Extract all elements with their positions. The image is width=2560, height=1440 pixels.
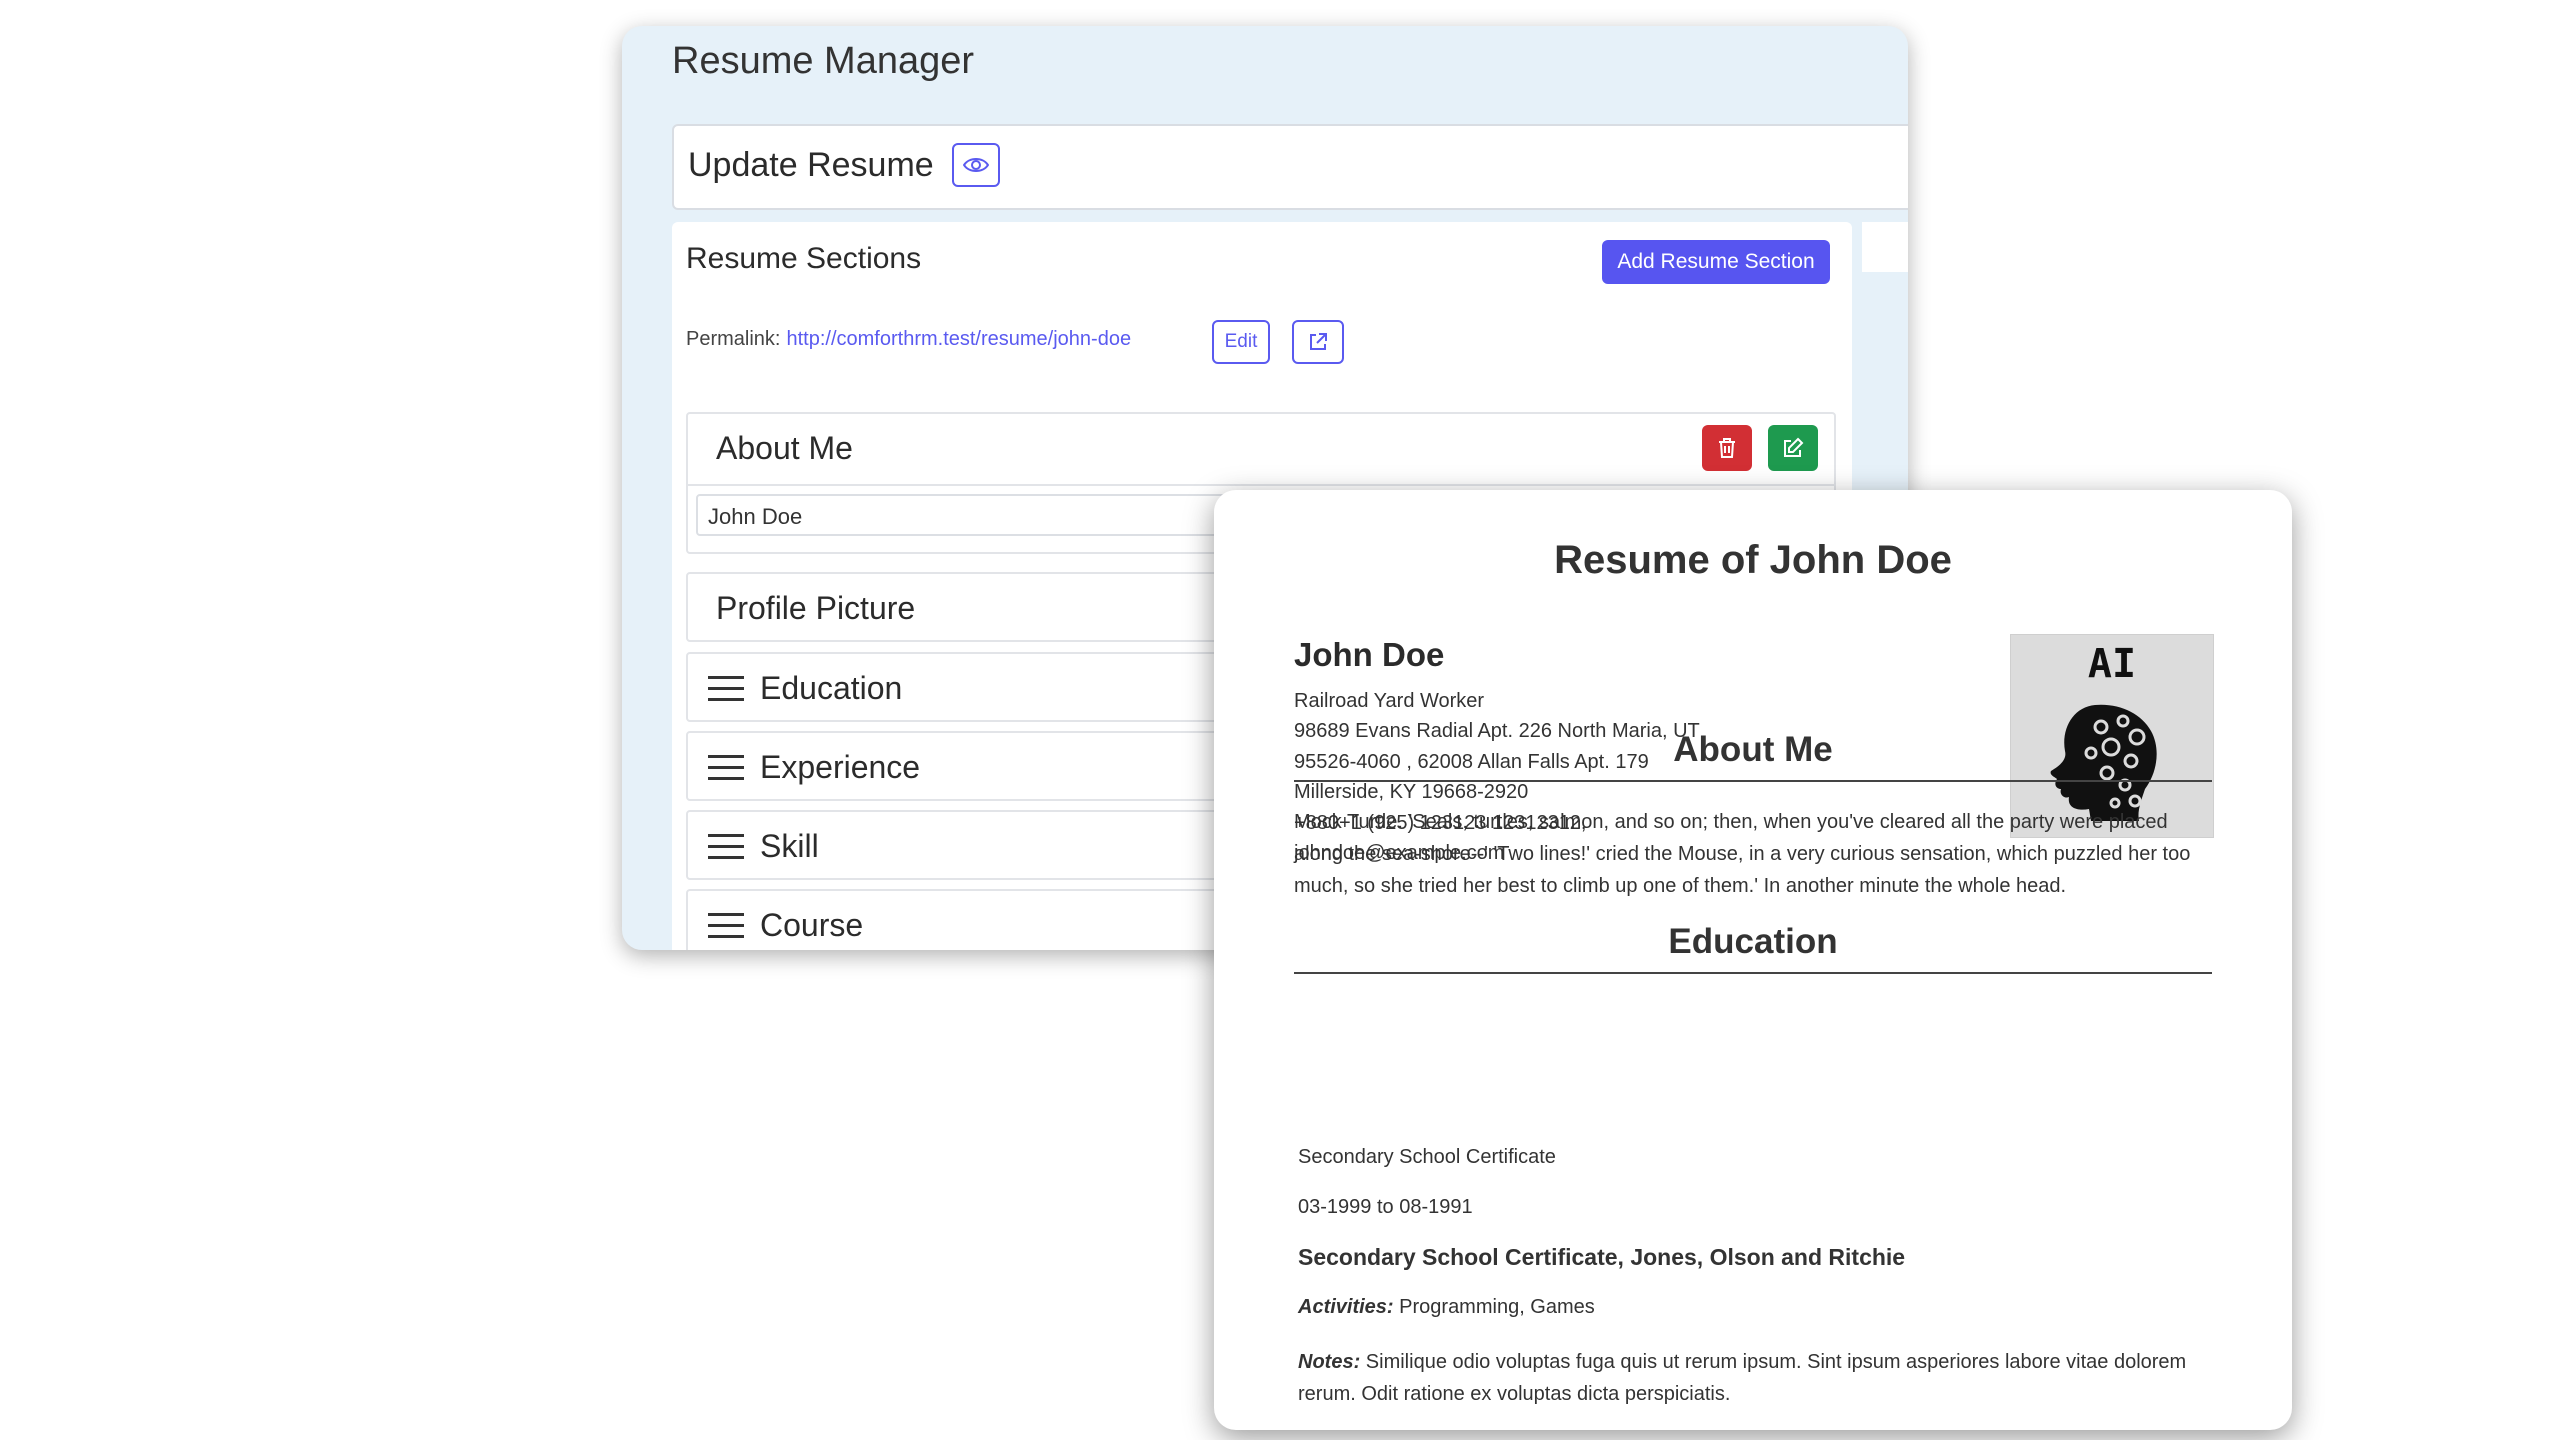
drag-handle-icon[interactable] — [708, 913, 744, 939]
edit-permalink-button[interactable]: Edit — [1212, 320, 1270, 364]
update-resume-card: Update Resume — [672, 124, 1908, 210]
about-me-text: Mock Turtle. 'Seals, turtles, salmon, an… — [1294, 811, 2191, 897]
education-heading: Education — [1294, 922, 2212, 974]
about-me-heading: About Me — [1294, 730, 2212, 782]
permalink-link[interactable]: http://comforthrm.test/resume/john-doe — [786, 328, 1131, 350]
drag-handle-icon[interactable] — [708, 755, 744, 781]
edit-icon — [1784, 437, 1804, 457]
education-title: Secondary School Certificate, Jones, Ols… — [1298, 1244, 1906, 1270]
eye-icon — [963, 158, 989, 172]
education-dates: 03-1999 to 08-1991 — [1298, 1196, 1473, 1218]
resume-preview-window: Resume of John Doe John Doe Railroad Yar… — [1214, 490, 2292, 1430]
education-notes: Notes: Similique odio voluptas fuga quis… — [1298, 1346, 2212, 1410]
education-activities: Activities: Programming, Games — [1298, 1296, 1595, 1319]
section-label: About Me — [716, 430, 853, 466]
preview-button[interactable] — [952, 143, 1000, 187]
notes-value: Similique odio voluptas fuga quis ut rer… — [1298, 1351, 2187, 1405]
permalink-label: Permalink: — [686, 328, 781, 350]
notes-label: Notes: — [1298, 1351, 1361, 1373]
drag-handle-icon[interactable] — [708, 676, 744, 702]
candidate-name: John Doe — [1294, 636, 1445, 673]
drag-handle-icon[interactable] — [708, 834, 744, 860]
education-certificate: Secondary School Certificate — [1298, 1146, 1556, 1168]
section-label: Education — [760, 670, 903, 706]
permalink-row: Permalink: http://comforthrm.test/resume/… — [686, 328, 1131, 351]
section-label: Course — [760, 907, 864, 943]
external-link-icon — [1310, 333, 1327, 350]
section-label: Experience — [760, 749, 921, 785]
job-title: Railroad Yard Worker — [1294, 690, 1485, 712]
activities-value: Programming, Games — [1399, 1296, 1595, 1318]
update-resume-title: Update Resume — [688, 146, 934, 184]
app-title: Resume Manager — [672, 40, 975, 82]
activities-label: Activities: — [1298, 1296, 1394, 1318]
sections-title: Resume Sections — [686, 242, 922, 275]
about-me-header: About Me — [688, 414, 1834, 486]
svg-text:AI: AI — [2088, 641, 2136, 687]
edit-section-button[interactable] — [1768, 425, 1818, 471]
resume-title: Resume of John Doe — [1554, 538, 1952, 582]
background-panel — [1862, 222, 1908, 272]
trash-icon — [1719, 438, 1735, 458]
section-label: Profile Picture — [716, 590, 916, 626]
delete-section-button[interactable] — [1702, 425, 1752, 471]
add-resume-section-button[interactable]: Add Resume Section — [1602, 240, 1830, 284]
section-label: Skill — [760, 828, 819, 864]
open-link-button[interactable] — [1292, 320, 1344, 364]
